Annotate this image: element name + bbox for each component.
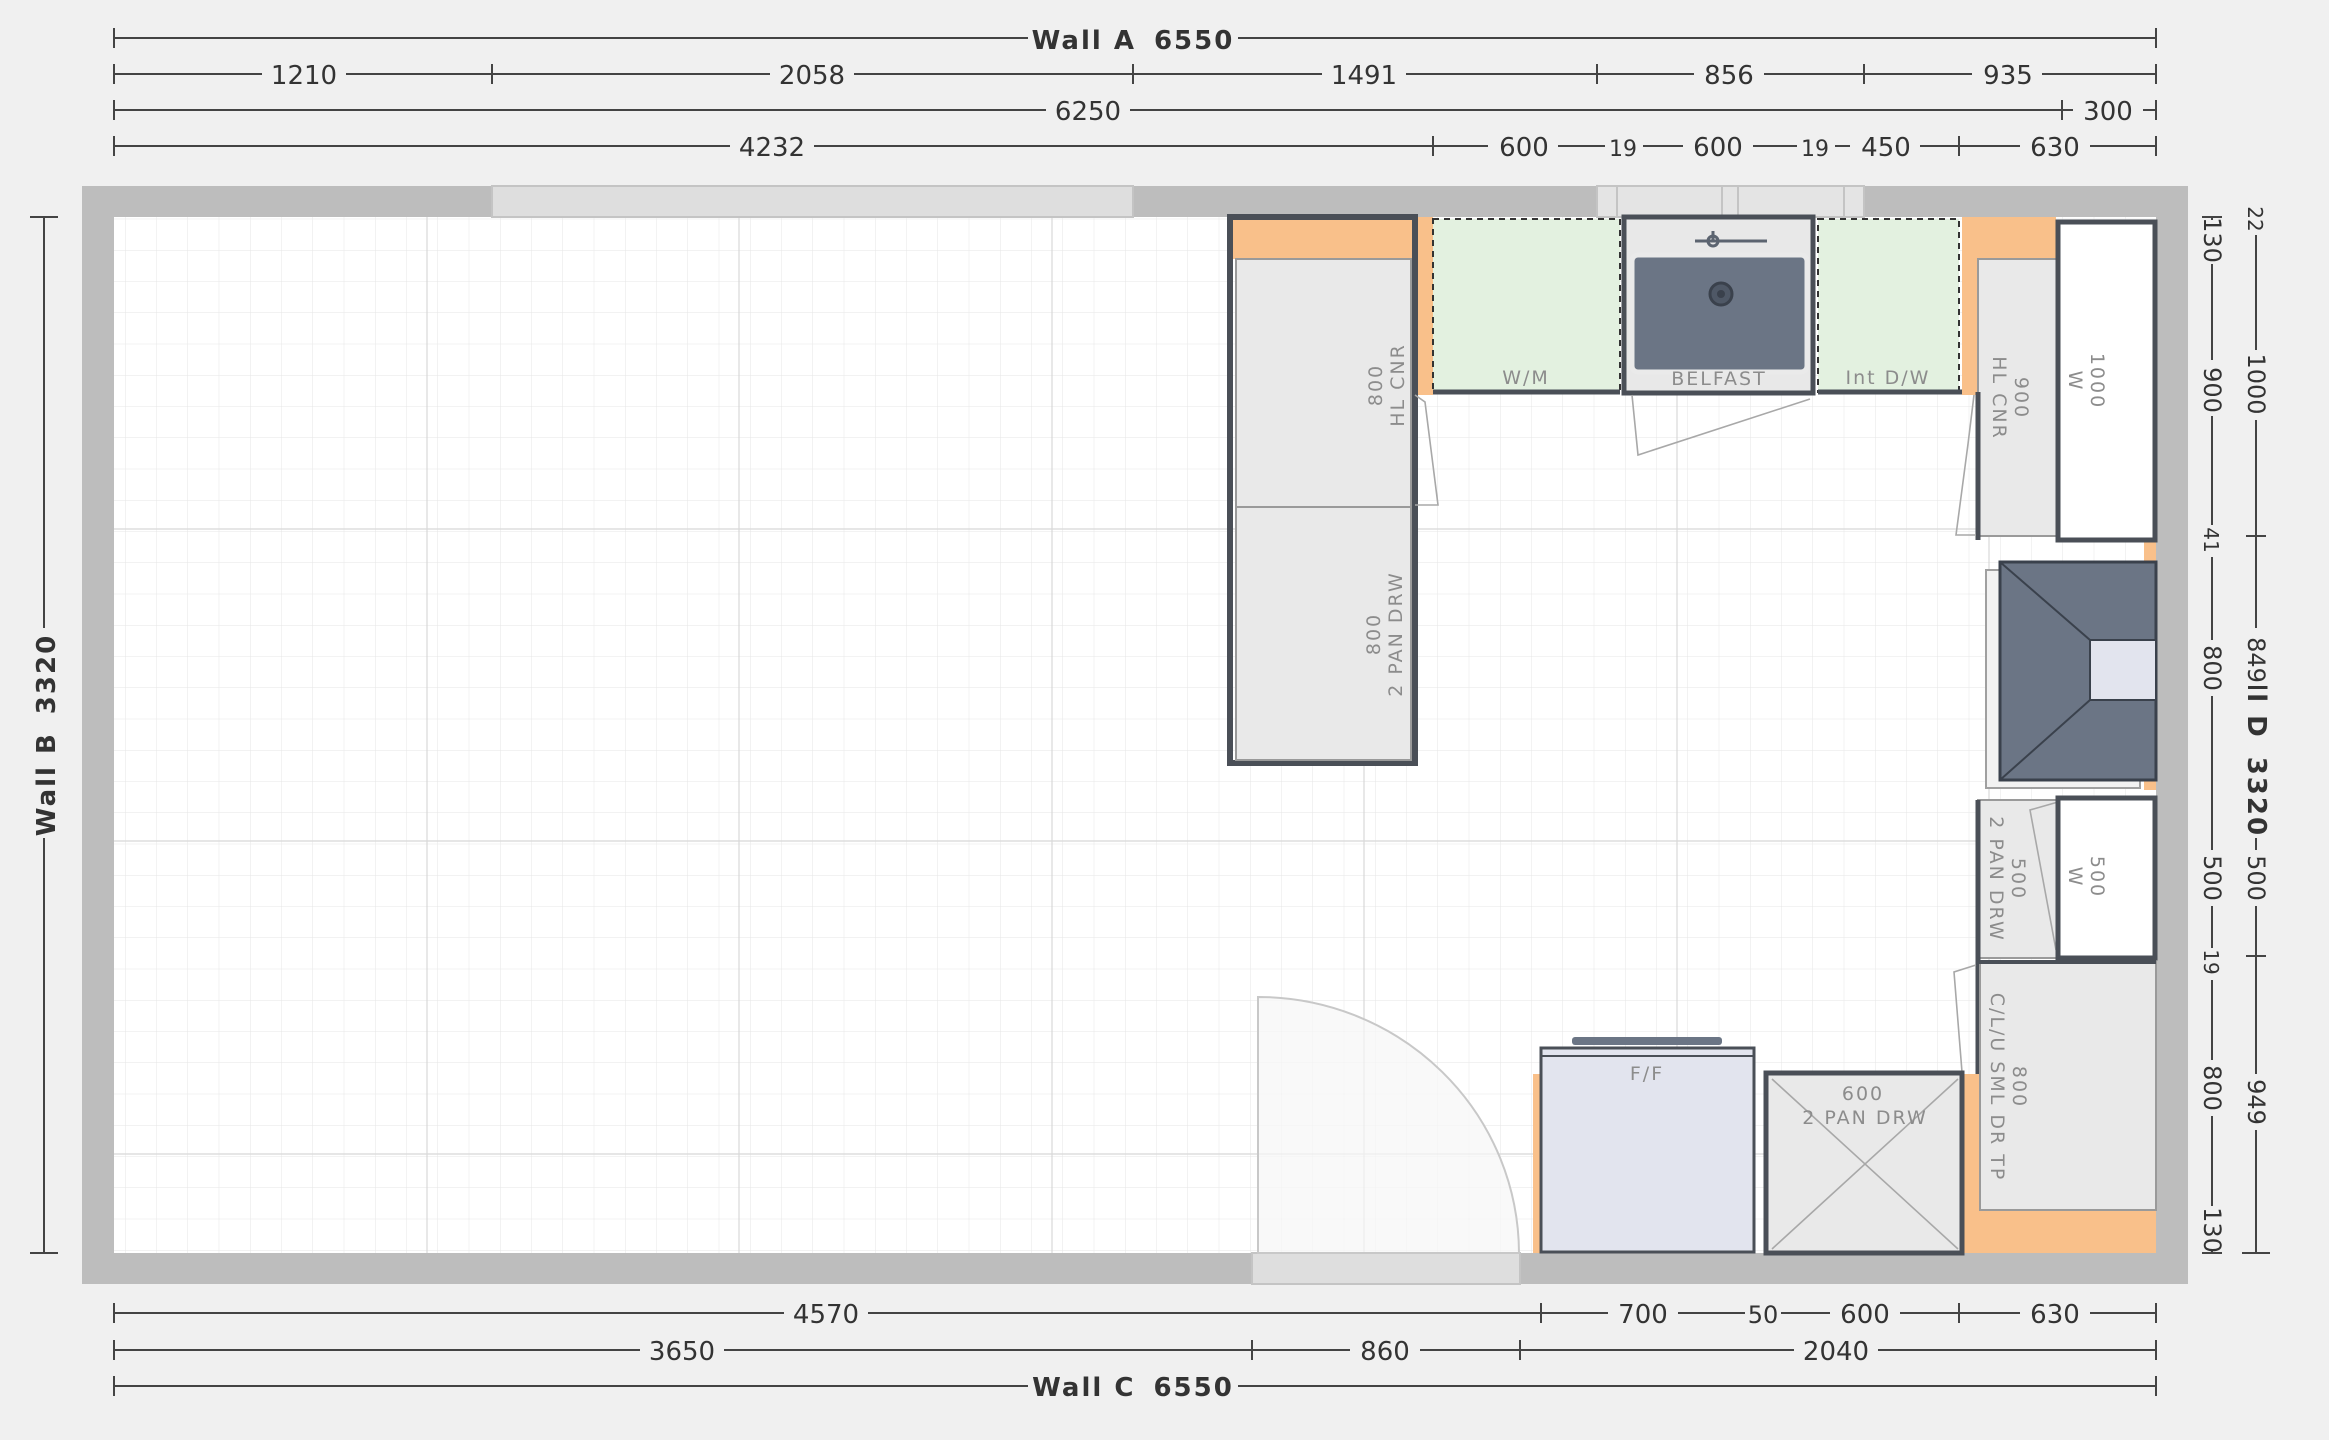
dim-right-in-4: 800 [2198, 645, 2226, 691]
dim-bottom1-1: 4570 [793, 1300, 859, 1330]
wall-c-name: Wall C [1032, 1373, 1135, 1403]
clu-width: 800 [2008, 1066, 2030, 1108]
dim-bottom1-2: 700 [1618, 1300, 1668, 1330]
fridge-label: F/F [1630, 1063, 1664, 1085]
wall-unit-500-width: 500 [2086, 856, 2108, 898]
wall-b-length: 3320 [32, 634, 62, 714]
dim-bottom2-1: 3650 [649, 1337, 715, 1367]
dim-right-in-2: 900 [2198, 367, 2226, 413]
dim-bottom2-2: 860 [1360, 1337, 1410, 1367]
dim-top3-4: 600 [1693, 133, 1743, 163]
wall-d-length: 3320 [2241, 757, 2271, 837]
pan-drw-left-label: 2 PAN DRW [1385, 571, 1407, 696]
washer-label: W/M [1502, 367, 1550, 389]
dim-bottom1-5: 630 [2030, 1300, 2080, 1330]
dim-top1-1: 1210 [271, 61, 337, 91]
dim-bottom2-3: 2040 [1803, 1337, 1869, 1367]
window-wall-a [491, 185, 1134, 218]
plan-svg: 800 HL CNR 800 2 PAN DRW W/M BELFAST Int… [30, 22, 2274, 1403]
pan-drw-left-width: 800 [1363, 613, 1385, 655]
dim-top2-1: 6250 [1055, 97, 1121, 127]
dim-right-out-3: 849 [2242, 637, 2270, 683]
dim-top3-7: 630 [2030, 133, 2080, 163]
dim-top3-6: 450 [1861, 133, 1911, 163]
dim-top3-1: 4232 [739, 133, 805, 163]
dim-right-in-6: 19 [2199, 949, 2223, 974]
dim-right-in-7: 800 [2198, 1065, 2226, 1111]
clu-label: C/L/U SML DR TP [1986, 993, 2008, 1182]
kitchen-floor-plan: 800 HL CNR 800 2 PAN DRW W/M BELFAST Int… [0, 0, 2329, 1436]
sink-label: BELFAST [1671, 368, 1766, 390]
pan-drw-bottom-label: 2 PAN DRW [1802, 1107, 1927, 1129]
svg-text:Wall B3320: Wall B 3320 [32, 634, 62, 836]
dim-top1-5: 935 [1983, 61, 2033, 91]
pan-drw-right-label: 2 PAN DRW [1985, 816, 2007, 941]
hl-cnr-left-width: 800 [1365, 364, 1387, 406]
hl-cnr-right-label: HL CNR [1988, 356, 2010, 440]
dim-bottom1-4: 600 [1840, 1300, 1890, 1330]
wall-a-name: Wall A [1032, 26, 1136, 56]
pan-drw-right-width: 500 [2007, 858, 2029, 900]
dim-right-in-1: 130 [2198, 217, 2226, 263]
wall-b-name: Wall B [32, 732, 62, 836]
wall-c-length: 6550 [1153, 1373, 1233, 1403]
dishwasher-label: Int D/W [1846, 367, 1931, 389]
dim-top3-3: 19 [1609, 137, 1637, 162]
dim-top1-2: 2058 [779, 61, 845, 91]
hl-cnr-right-width: 900 [2010, 377, 2032, 419]
hl-cnr-left-label: HL CNR [1387, 343, 1409, 427]
hob-extractor [1985, 560, 2158, 789]
svg-text:Wall C6550: Wall C 6550 [1032, 1373, 1234, 1403]
wall-unit-1000-width: 1000 [2086, 353, 2108, 409]
dim-top1-4: 856 [1704, 61, 1754, 91]
dim-top1-3: 1491 [1331, 61, 1397, 91]
wall-unit-1000-label: W [2064, 371, 2086, 392]
window-sink [1596, 185, 1865, 218]
dim-top2-2: 300 [2083, 97, 2133, 127]
dim-top3-5: 19 [1801, 137, 1829, 162]
dim-right-in-5: 500 [2198, 855, 2226, 901]
pan-drw-bottom-width: 600 [1842, 1083, 1884, 1105]
dim-top3-2: 600 [1499, 133, 1549, 163]
dim-right-out-1: 22 [2243, 206, 2267, 231]
dim-right-out-2: 1000 [2242, 353, 2270, 414]
door-threshold [1251, 1252, 1521, 1285]
dim-right-out-5: 949 [2242, 1079, 2270, 1125]
wall-unit-500-label: W [2064, 867, 2086, 888]
dim-right-in-8: 130 [2198, 1207, 2226, 1253]
dim-right-in-3: 41 [2199, 527, 2223, 552]
dim-bottom1-3: 50 [1748, 1301, 1779, 1329]
svg-text:Wall A6550: Wall A 6550 [1032, 26, 1235, 56]
dim-right-out-4: 500 [2242, 855, 2270, 901]
wall-a-length: 6550 [1154, 26, 1234, 56]
